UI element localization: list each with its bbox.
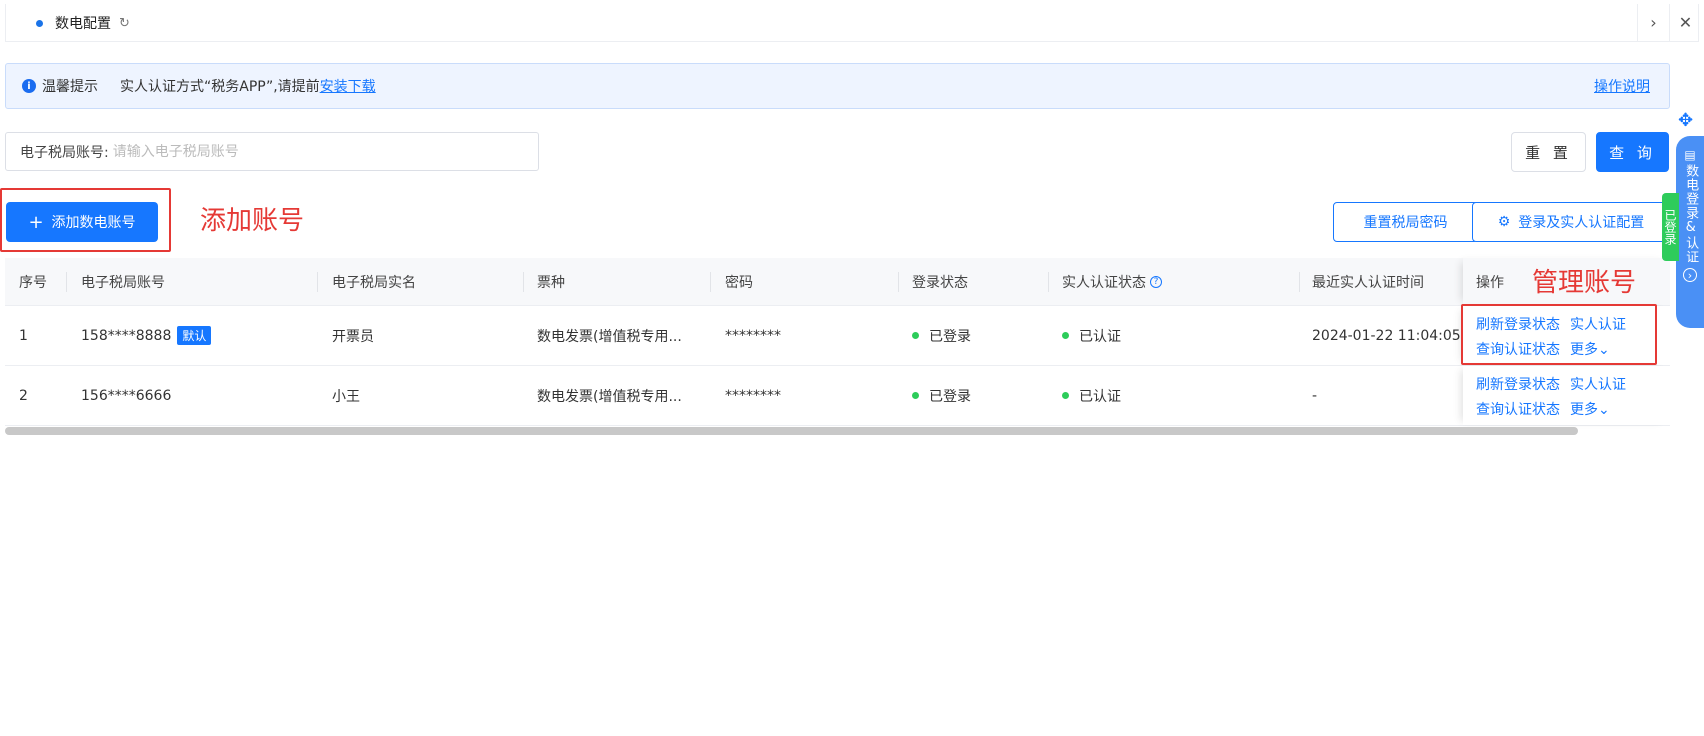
- account-search-input[interactable]: [112, 143, 493, 160]
- row-index: 1: [19, 327, 28, 344]
- book-icon: ▤: [1684, 148, 1696, 162]
- login-status-text: 已登录: [929, 328, 971, 345]
- row-auth-status: 已认证: [1062, 306, 1121, 365]
- col-ops: 操作: [1476, 274, 1504, 291]
- active-tab-dot: [36, 19, 43, 27]
- status-dot: [1062, 392, 1069, 399]
- query-button[interactable]: 查 询: [1596, 132, 1669, 172]
- help-icon[interactable]: ?: [1150, 275, 1162, 288]
- tip-banner: i 温馨提示 实人认证方式“税务APP”,请提前 安装下载 操作说明: [5, 63, 1670, 109]
- login-auth-side-widget[interactable]: ▤ 数电登录&认证 ›: [1676, 136, 1704, 328]
- install-download-link[interactable]: 安装下载: [320, 76, 376, 96]
- real-auth-link[interactable]: 实人认证: [1570, 374, 1626, 394]
- login-auth-config-label: 登录及实人认证配置: [1518, 215, 1645, 231]
- row-index: 2: [19, 387, 28, 404]
- login-auth-config-button[interactable]: ⚙ 登录及实人认证配置: [1472, 202, 1670, 242]
- info-icon: i: [22, 79, 36, 93]
- refresh-login-status-link[interactable]: 刷新登录状态: [1476, 374, 1560, 394]
- status-dot: [912, 332, 919, 339]
- chevron-down-icon: ⌄: [1598, 402, 1610, 418]
- move-icon[interactable]: ✥: [1678, 110, 1693, 131]
- tab-label: 数电配置: [55, 16, 111, 32]
- reset-button[interactable]: 重 置: [1511, 132, 1586, 172]
- gear-icon: ⚙: [1497, 214, 1511, 230]
- row-last-auth-time: -: [1312, 387, 1318, 404]
- chevron-right-icon[interactable]: ›: [1637, 4, 1669, 41]
- table-header: 序号 电子税局账号 电子税局实名 票种 密码 登录状态 实人认证状态 ? 最近实…: [5, 258, 1670, 306]
- auth-status-text: 已认证: [1079, 328, 1121, 345]
- table-row: 1 158****8888 默认 开票员 数电发票(增值税专用... *****…: [5, 306, 1670, 366]
- row-auth-status: 已认证: [1062, 366, 1121, 425]
- more-dropdown[interactable]: 更多⌄: [1570, 399, 1610, 419]
- row-login-status: 已登录: [912, 306, 971, 365]
- row-ticket-type: 数电发票(增值税专用...: [537, 388, 682, 405]
- col-last-auth-time: 最近实人认证时间: [1312, 274, 1424, 291]
- default-badge: 默认: [177, 326, 212, 345]
- search-label: 电子税局账号:: [20, 144, 109, 161]
- row-login-status: 已登录: [912, 366, 971, 425]
- row-real-name: 小王: [332, 388, 360, 405]
- annotation-manage-account: 管理账号: [1532, 268, 1637, 298]
- row-account: 158****8888 默认: [81, 306, 212, 365]
- annotation-box-manage: [1461, 304, 1657, 365]
- operation-guide-link[interactable]: 操作说明: [1594, 76, 1650, 96]
- tip-text: 实人认证方式“税务APP”,请提前: [120, 79, 320, 95]
- row-ticket-type: 数电发票(增值税专用...: [537, 328, 682, 345]
- reset-tax-password-button[interactable]: 重置税局密码: [1333, 202, 1478, 242]
- annotation-add-account: 添加账号: [200, 206, 305, 236]
- query-auth-status-link[interactable]: 查询认证状态: [1476, 399, 1560, 419]
- status-dot: [1062, 332, 1069, 339]
- col-real-name: 电子税局实名: [332, 274, 416, 291]
- arrow-circle-icon: ›: [1683, 268, 1697, 282]
- annotation-box-add: [0, 188, 171, 252]
- row-password: ********: [725, 387, 781, 404]
- more-label: 更多: [1570, 402, 1598, 418]
- side-widget-label: 数电登录&认证: [1683, 164, 1699, 264]
- refresh-icon[interactable]: ↻: [119, 16, 130, 31]
- login-status-text: 已登录: [929, 388, 971, 405]
- auth-status-text: 已认证: [1079, 388, 1121, 405]
- account-search-field: 电子税局账号:: [5, 132, 539, 171]
- row-last-auth-time: 2024-01-22 11:04:05: [1312, 327, 1461, 344]
- status-dot: [912, 392, 919, 399]
- login-status-tag: 已登录: [1662, 193, 1679, 261]
- tab-digital-config[interactable]: 数电配置 ↻: [36, 12, 130, 34]
- col-auth-status-label: 实人认证状态: [1062, 274, 1146, 291]
- col-account: 电子税局账号: [81, 274, 165, 291]
- row-password: ********: [725, 327, 781, 344]
- col-auth-status: 实人认证状态 ?: [1062, 258, 1162, 305]
- col-ticket-type: 票种: [537, 274, 565, 291]
- table-row: 2 156****6666 小王 数电发票(增值税专用... ******** …: [5, 366, 1670, 426]
- col-login-status: 登录状态: [912, 274, 968, 291]
- account-value: 158****8888: [81, 327, 172, 344]
- tab-bar: 数电配置 ↻ › ✕: [5, 4, 1699, 42]
- row-real-name: 开票员: [332, 328, 374, 345]
- close-icon[interactable]: ✕: [1669, 4, 1701, 41]
- tip-title: 温馨提示: [42, 79, 98, 95]
- login-status-tag-text: 已登录: [1663, 209, 1677, 245]
- col-password: 密码: [725, 274, 753, 291]
- col-index: 序号: [19, 274, 47, 291]
- row-ops: 刷新登录状态 实人认证 查询认证状态 更多⌄: [1463, 366, 1670, 425]
- horizontal-scrollbar[interactable]: [5, 427, 1578, 435]
- row-account: 156****6666: [81, 387, 172, 404]
